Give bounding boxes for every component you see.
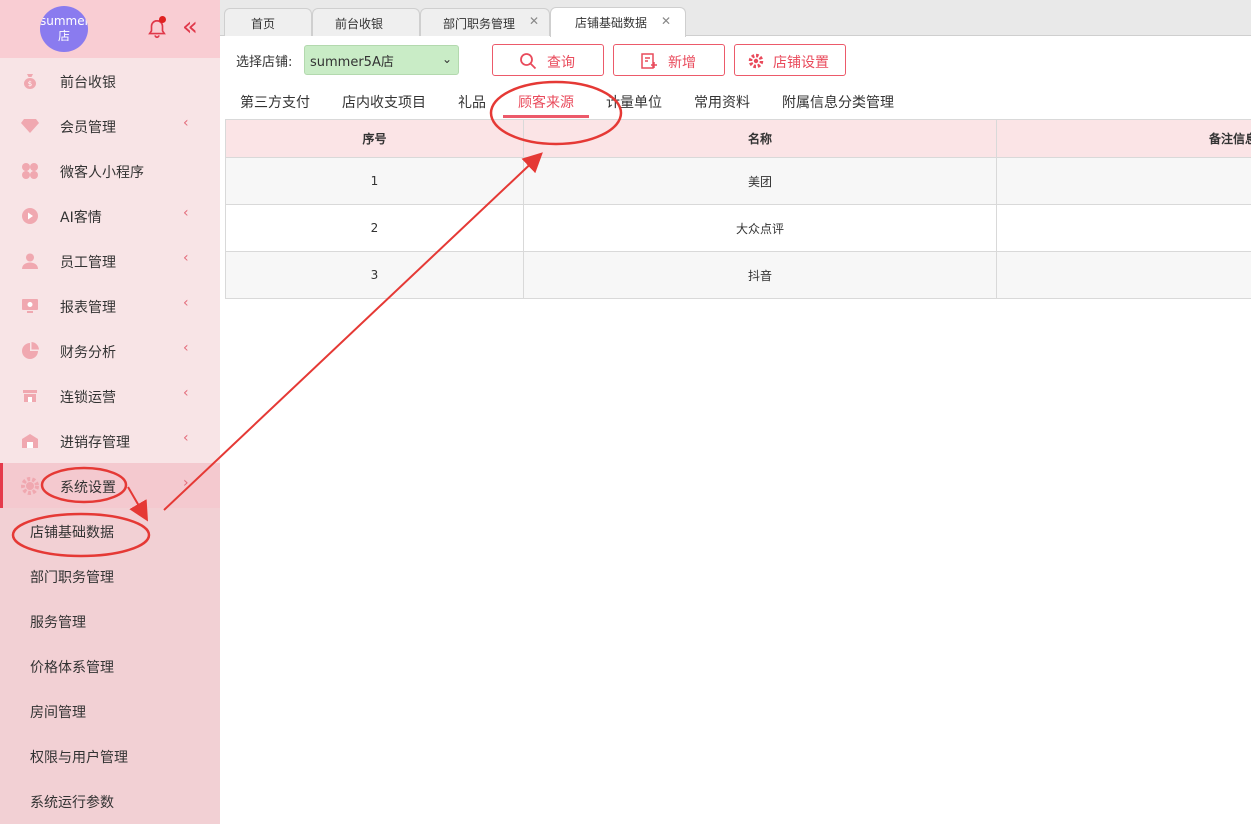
close-icon[interactable]: ✕ (529, 14, 539, 28)
table-cell: 大众点评 (523, 204, 997, 252)
menu-item-label: 报表管理 (60, 300, 116, 316)
table-cell: 2 (225, 204, 524, 252)
chevron-down-icon: › (183, 475, 189, 491)
monitor-icon (20, 296, 40, 316)
chevron-left-icon: ‹ (183, 205, 189, 221)
submenu: 店铺基础数据 部门职务管理 服务管理 价格体系管理 房间管理 权限与用户管理 系… (0, 508, 220, 824)
submenu-item-store-basic-data[interactable]: 店铺基础数据 (0, 508, 220, 553)
svg-text:$: $ (28, 80, 32, 88)
table-cell (996, 157, 1251, 205)
subtab-gifts[interactable]: 礼品 (458, 92, 486, 112)
subtab-attachment-categories[interactable]: 附属信息分类管理 (782, 92, 894, 112)
pie-chart-icon (20, 341, 40, 361)
table-row[interactable]: 2 大众点评 (225, 204, 1251, 252)
table-cell: 抖音 (523, 251, 997, 299)
table-row[interactable]: 1 美团 (225, 157, 1251, 205)
chevron-left-icon: ‹ (183, 115, 189, 131)
mini-program-icon (20, 161, 40, 181)
person-icon (20, 251, 40, 271)
tab-store-basic-data[interactable]: 店铺基础数据 ✕ (550, 7, 686, 37)
menu-item-member[interactable]: 会员管理 ‹ (0, 103, 220, 148)
add-button[interactable]: 新增 (613, 44, 725, 76)
subtab-common-data[interactable]: 常用资料 (694, 92, 750, 112)
gear-icon (748, 53, 764, 69)
chevron-left-icon: ‹ (183, 340, 189, 356)
table-cell: 美团 (523, 157, 997, 205)
store-select[interactable]: summer5A店 ⌄ (304, 45, 459, 75)
tab-cashier[interactable]: 前台收银 (312, 8, 420, 36)
column-header: 序号 (225, 119, 524, 158)
search-icon (520, 53, 537, 70)
table-cell: 3 (225, 251, 524, 299)
store-icon (20, 386, 40, 406)
submenu-item-department[interactable]: 部门职务管理 (0, 553, 220, 598)
chevron-left-icon: ‹ (183, 250, 189, 266)
table-cell: 1 (225, 157, 524, 205)
submenu-item-service[interactable]: 服务管理 (0, 598, 220, 643)
notification-dot (159, 16, 166, 23)
menu-item-label: 财务分析 (60, 345, 116, 361)
submenu-item-system-params[interactable]: 系统运行参数 (0, 778, 220, 823)
menu-item-ai[interactable]: AI客情 ‹ (0, 193, 220, 238)
menu-item-label: 微客人小程序 (60, 165, 144, 181)
money-bag-icon: $ (20, 71, 40, 91)
menu-item-finance[interactable]: 财务分析 ‹ (0, 328, 220, 373)
gear-icon (20, 476, 40, 496)
tab-bar: 首页 前台收银 部门职务管理 ✕ 店铺基础数据 ✕ (220, 0, 1251, 37)
submenu-item-pricing[interactable]: 价格体系管理 (0, 643, 220, 688)
chevron-left-icon: ‹ (183, 295, 189, 311)
subtab-third-party-payment[interactable]: 第三方支付 (240, 92, 310, 112)
table-header-row: 序号 名称 备注信息 (225, 119, 1251, 158)
column-header: 备注信息 (996, 119, 1251, 158)
menu-item-label: 会员管理 (60, 120, 116, 136)
menu-item-reports[interactable]: 报表管理 ‹ (0, 283, 220, 328)
menu-item-label: 连锁运营 (60, 390, 116, 406)
sidebar: summer5A店 « $ 前台收银 会员管理 ‹ 微客人小程序 AI客情 ‹ … (0, 0, 220, 824)
subtab-customer-source[interactable]: 顾客来源 (518, 92, 574, 112)
submenu-item-permissions[interactable]: 权限与用户管理 (0, 733, 220, 778)
chevron-left-icon: ‹ (183, 430, 189, 446)
submenu-item-rooms[interactable]: 房间管理 (0, 688, 220, 733)
menu-item-label: 前台收银 (60, 75, 116, 91)
column-header: 名称 (523, 119, 997, 158)
avatar[interactable]: summer5A店 (40, 6, 88, 52)
menu-item-inventory[interactable]: 进销存管理 ‹ (0, 418, 220, 463)
menu-item-staff[interactable]: 员工管理 ‹ (0, 238, 220, 283)
subtab-units[interactable]: 计量单位 (606, 92, 662, 112)
edit-add-icon (641, 53, 657, 69)
table-row[interactable]: 3 抖音 (225, 251, 1251, 299)
chevron-left-icon: ‹ (183, 385, 189, 401)
menu-item-label: 员工管理 (60, 255, 116, 271)
menu-item-cashier[interactable]: $ 前台收银 (0, 58, 220, 103)
store-select-label: 选择店铺: (236, 55, 293, 70)
customer-source-table: 序号 名称 备注信息 1 美团 2 大众点评 3 抖音 (225, 119, 1251, 299)
play-circle-icon (20, 206, 40, 226)
subtab-income-expense[interactable]: 店内收支项目 (342, 92, 426, 112)
tab-home[interactable]: 首页 (224, 8, 312, 36)
tab-department[interactable]: 部门职务管理 ✕ (420, 8, 550, 36)
menu-item-label: 进销存管理 (60, 435, 130, 451)
warehouse-icon (20, 431, 40, 451)
chevron-down-icon: ⌄ (441, 52, 452, 66)
menu-item-chain[interactable]: 连锁运营 ‹ (0, 373, 220, 418)
menu-item-system-settings[interactable]: 系统设置 › (0, 463, 220, 508)
query-button[interactable]: 查询 (492, 44, 604, 76)
menu-item-label: AI客情 (60, 210, 102, 226)
menu-item-mini-program[interactable]: 微客人小程序 (0, 148, 220, 193)
close-icon[interactable]: ✕ (661, 14, 671, 28)
table-cell (996, 251, 1251, 299)
collapse-sidebar-icon[interactable]: « (182, 13, 198, 41)
table-cell (996, 204, 1251, 252)
diamond-icon (20, 116, 40, 136)
active-tab-underline (503, 115, 589, 118)
menu-item-label: 系统设置 (60, 480, 116, 496)
sidebar-header: summer5A店 « (0, 0, 220, 58)
store-settings-button[interactable]: 店铺设置 (734, 44, 846, 76)
